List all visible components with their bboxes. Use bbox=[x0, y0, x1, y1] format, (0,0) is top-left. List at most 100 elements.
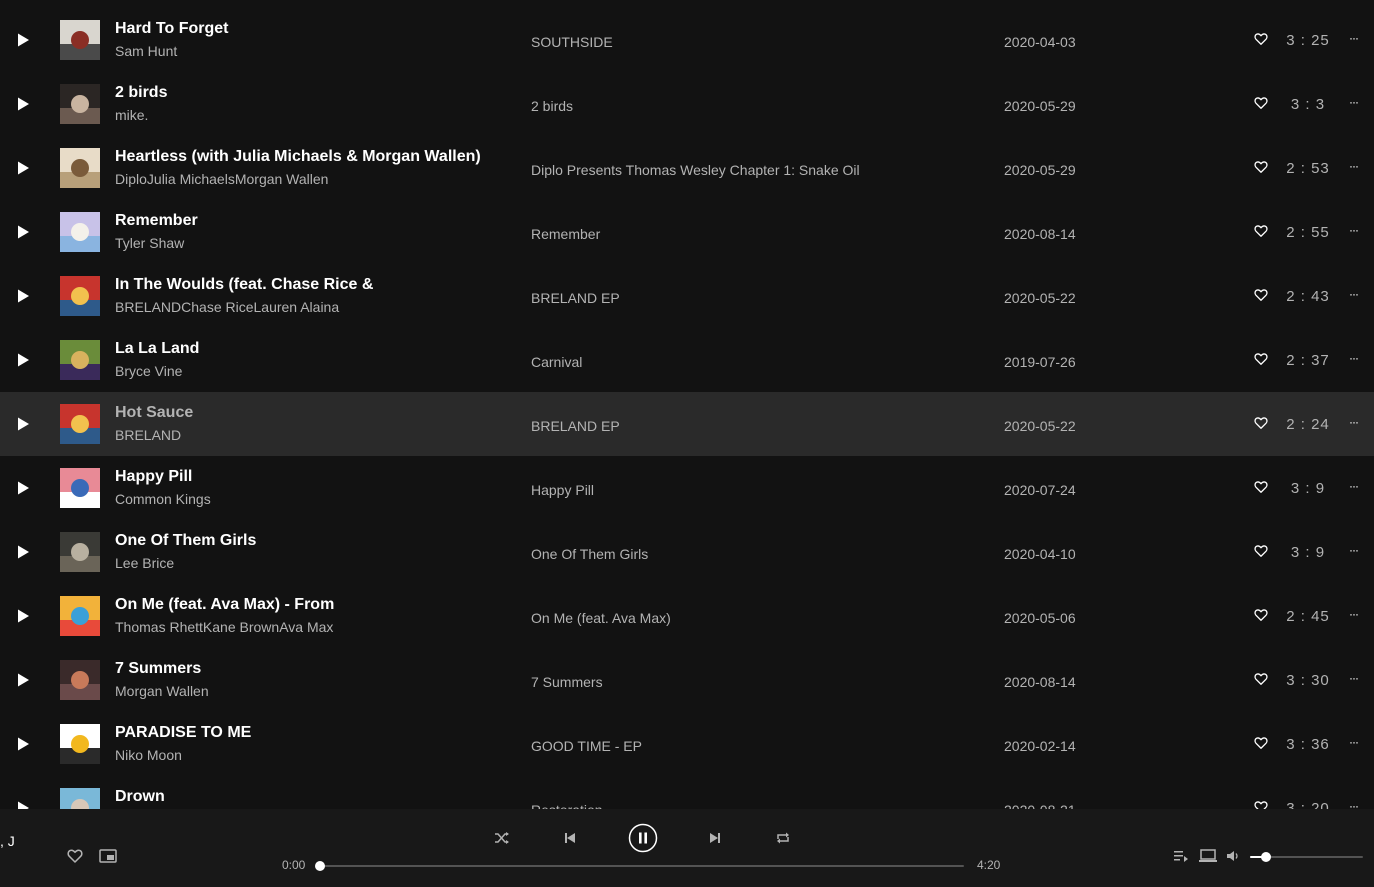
track-artist[interactable]: Common Kings bbox=[115, 491, 211, 507]
more-icon[interactable]: ··· bbox=[1349, 287, 1359, 301]
album-art[interactable] bbox=[60, 724, 100, 764]
more-icon[interactable]: ··· bbox=[1349, 159, 1359, 173]
heart-icon[interactable] bbox=[1254, 32, 1268, 46]
progress-bar[interactable] bbox=[315, 861, 964, 871]
track-artist[interactable]: Thomas RhettKane BrownAva Max bbox=[115, 619, 333, 635]
track-row[interactable]: 2 birds mike. 2 birds 2020-05-29 3 : 3 ·… bbox=[0, 72, 1374, 136]
album-art[interactable] bbox=[60, 660, 100, 700]
track-artist[interactable]: BRELAND bbox=[115, 427, 181, 443]
album-art[interactable] bbox=[60, 20, 100, 60]
play-icon[interactable] bbox=[15, 160, 31, 176]
album-art[interactable] bbox=[60, 276, 100, 316]
heart-icon[interactable] bbox=[1254, 160, 1268, 174]
more-icon[interactable]: ··· bbox=[1349, 607, 1359, 621]
repeat-icon[interactable] bbox=[775, 830, 791, 846]
pause-icon[interactable] bbox=[628, 823, 658, 853]
next-icon[interactable] bbox=[707, 830, 723, 846]
album-art[interactable] bbox=[60, 468, 100, 508]
more-icon[interactable]: ··· bbox=[1349, 351, 1359, 365]
track-title[interactable]: One Of Them Girls bbox=[115, 532, 256, 550]
more-icon[interactable]: ··· bbox=[1349, 31, 1359, 45]
track-artist[interactable]: BRELANDChase RiceLauren Alaina bbox=[115, 299, 339, 315]
track-title[interactable]: Remember bbox=[115, 212, 198, 230]
track-artist[interactable]: Tyler Shaw bbox=[115, 235, 184, 251]
now-playing-text[interactable]: , J bbox=[0, 833, 15, 849]
track-row[interactable]: 7 Summers Morgan Wallen 7 Summers 2020-0… bbox=[0, 648, 1374, 712]
track-album[interactable]: BRELAND EP bbox=[531, 418, 620, 434]
volume-handle[interactable] bbox=[1260, 852, 1271, 862]
play-icon[interactable] bbox=[15, 224, 31, 240]
track-title[interactable]: Drown bbox=[115, 788, 165, 806]
track-artist[interactable]: Lee Brice bbox=[115, 555, 174, 571]
queue-icon[interactable] bbox=[1174, 850, 1188, 862]
track-album[interactable]: Carnival bbox=[531, 354, 582, 370]
heart-icon[interactable] bbox=[1254, 736, 1268, 750]
previous-icon[interactable] bbox=[562, 830, 578, 846]
track-artist[interactable]: Niko Moon bbox=[115, 747, 182, 763]
album-art[interactable] bbox=[60, 532, 100, 572]
heart-icon[interactable] bbox=[1254, 608, 1268, 622]
more-icon[interactable]: ··· bbox=[1349, 479, 1359, 493]
play-icon[interactable] bbox=[15, 96, 31, 112]
track-row[interactable]: Heartless (with Julia Michaels & Morgan … bbox=[0, 136, 1374, 200]
play-icon[interactable] bbox=[15, 32, 31, 48]
track-title[interactable]: Heartless (with Julia Michaels & Morgan … bbox=[115, 148, 481, 166]
track-album[interactable]: Diplo Presents Thomas Wesley Chapter 1: … bbox=[531, 162, 860, 178]
more-icon[interactable]: ··· bbox=[1349, 671, 1359, 685]
heart-icon[interactable] bbox=[1254, 544, 1268, 558]
heart-icon[interactable] bbox=[1254, 224, 1268, 238]
heart-icon[interactable] bbox=[1254, 352, 1268, 366]
track-row[interactable]: Remember Tyler Shaw Remember 2020-08-14 … bbox=[0, 200, 1374, 264]
track-title[interactable]: La La Land bbox=[115, 340, 199, 358]
track-album[interactable]: One Of Them Girls bbox=[531, 546, 648, 562]
track-row[interactable]: La La Land Bryce Vine Carnival 2019-07-2… bbox=[0, 328, 1374, 392]
track-title[interactable]: Hot Sauce bbox=[115, 404, 193, 422]
track-album[interactable]: SOUTHSIDE bbox=[531, 34, 613, 50]
track-album[interactable]: BRELAND EP bbox=[531, 290, 620, 306]
track-title[interactable]: In The Woulds (feat. Chase Rice & bbox=[115, 276, 373, 294]
heart-icon[interactable] bbox=[1254, 672, 1268, 686]
more-icon[interactable]: ··· bbox=[1349, 95, 1359, 109]
album-art[interactable] bbox=[60, 212, 100, 252]
play-icon[interactable] bbox=[15, 480, 31, 496]
track-album[interactable]: On Me (feat. Ava Max) bbox=[531, 610, 671, 626]
progress-handle[interactable] bbox=[315, 861, 325, 871]
heart-icon[interactable] bbox=[67, 848, 83, 864]
play-icon[interactable] bbox=[15, 352, 31, 368]
more-icon[interactable]: ··· bbox=[1349, 543, 1359, 557]
album-art[interactable] bbox=[60, 404, 100, 444]
heart-icon[interactable] bbox=[1254, 416, 1268, 430]
album-art[interactable] bbox=[60, 84, 100, 124]
track-row[interactable]: Happy Pill Common Kings Happy Pill 2020-… bbox=[0, 456, 1374, 520]
track-artist[interactable]: mike. bbox=[115, 107, 148, 123]
volume-slider[interactable] bbox=[1250, 852, 1363, 862]
track-album[interactable]: Remember bbox=[531, 226, 600, 242]
picture-in-picture-icon[interactable] bbox=[99, 849, 117, 863]
play-icon[interactable] bbox=[15, 736, 31, 752]
devices-icon[interactable] bbox=[1199, 849, 1217, 863]
play-icon[interactable] bbox=[15, 608, 31, 624]
track-artist[interactable]: Sam Hunt bbox=[115, 43, 177, 59]
track-title[interactable]: Hard To Forget bbox=[115, 20, 228, 38]
more-icon[interactable]: ··· bbox=[1349, 223, 1359, 237]
track-album[interactable]: 2 birds bbox=[531, 98, 573, 114]
play-icon[interactable] bbox=[15, 416, 31, 432]
track-album[interactable]: 7 Summers bbox=[531, 674, 603, 690]
play-icon[interactable] bbox=[15, 288, 31, 304]
volume-icon[interactable] bbox=[1227, 850, 1241, 862]
shuffle-icon[interactable] bbox=[494, 830, 510, 846]
track-row[interactable]: Hot Sauce BRELAND BRELAND EP 2020-05-22 … bbox=[0, 392, 1374, 456]
track-album[interactable]: GOOD TIME - EP bbox=[531, 738, 642, 754]
heart-icon[interactable] bbox=[1254, 480, 1268, 494]
track-title[interactable]: 7 Summers bbox=[115, 660, 201, 678]
track-artist[interactable]: DiploJulia MichaelsMorgan Wallen bbox=[115, 171, 328, 187]
more-icon[interactable]: ··· bbox=[1349, 735, 1359, 749]
track-row[interactable]: PARADISE TO ME Niko Moon GOOD TIME - EP … bbox=[0, 712, 1374, 776]
track-row[interactable]: Hard To Forget Sam Hunt SOUTHSIDE 2020-0… bbox=[0, 8, 1374, 72]
track-title[interactable]: 2 birds bbox=[115, 84, 167, 102]
track-row[interactable]: In The Woulds (feat. Chase Rice & BRELAN… bbox=[0, 264, 1374, 328]
track-album[interactable]: Happy Pill bbox=[531, 482, 594, 498]
track-title[interactable]: On Me (feat. Ava Max) - From bbox=[115, 596, 334, 614]
track-row[interactable]: One Of Them Girls Lee Brice One Of Them … bbox=[0, 520, 1374, 584]
track-row[interactable]: On Me (feat. Ava Max) - From Thomas Rhet… bbox=[0, 584, 1374, 648]
